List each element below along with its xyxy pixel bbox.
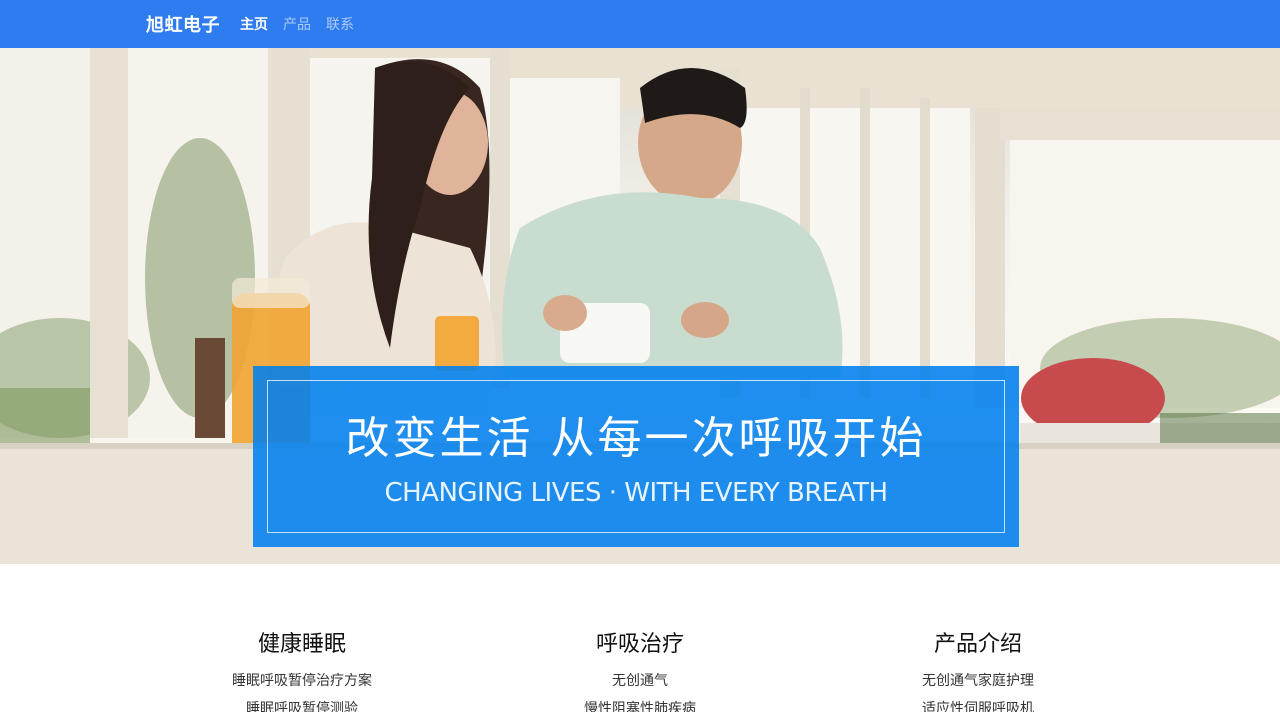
nav-link-contact[interactable]: 联系 [326, 14, 354, 34]
feature-title: 产品介绍 [933, 632, 1022, 657]
hero-title-cn: 改变生活 从每一次呼吸开始 [345, 413, 927, 464]
nav-links: 主页 产品 联系 [240, 14, 354, 34]
top-navbar: 旭虹电子 主页 产品 联系 [0, 0, 1280, 48]
nav-link-home[interactable]: 主页 [240, 14, 268, 34]
feature-link[interactable]: 无创通气家庭护理 [828, 667, 1128, 695]
feature-link[interactable]: 慢性阻塞性肺疾病 [490, 695, 790, 712]
features-section: 健康睡眠 睡眠呼吸暂停治疗方案 睡眠呼吸暂停测验 呼吸治疗 无创通气 慢性阻塞性… [0, 564, 1280, 712]
feature-title: 健康睡眠 [257, 632, 346, 657]
feature-column-sleep: 健康睡眠 睡眠呼吸暂停治疗方案 睡眠呼吸暂停测验 [152, 626, 452, 712]
feature-column-products: 产品介绍 无创通气家庭护理 适应性伺服呼吸机 [828, 626, 1128, 712]
feature-link[interactable]: 适应性伺服呼吸机 [828, 695, 1128, 712]
feature-link[interactable]: 无创通气 [490, 667, 790, 695]
feature-title: 呼吸治疗 [595, 632, 684, 657]
brand-logo-text[interactable]: 旭虹电子 [146, 11, 220, 37]
hero-section: 改变生活 从每一次呼吸开始 CHANGING LIVES · WITH EVER… [0, 48, 1280, 564]
feature-link[interactable]: 睡眠呼吸暂停治疗方案 [152, 667, 452, 695]
feature-column-respiratory: 呼吸治疗 无创通气 慢性阻塞性肺疾病 [490, 626, 790, 712]
hero-banner: 改变生活 从每一次呼吸开始 CHANGING LIVES · WITH EVER… [253, 366, 1019, 547]
hero-title-en: CHANGING LIVES · WITH EVERY BREATH [384, 478, 888, 508]
nav-link-products[interactable]: 产品 [283, 14, 311, 34]
feature-link[interactable]: 睡眠呼吸暂停测验 [152, 695, 452, 712]
